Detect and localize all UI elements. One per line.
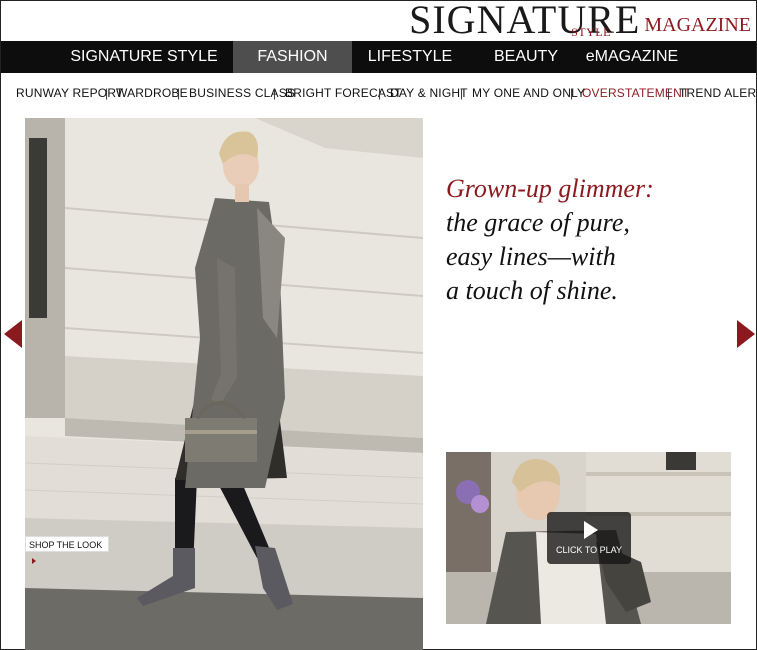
nav-fashion[interactable]: FASHION [233, 41, 352, 73]
subnav-separator: | [378, 86, 382, 100]
caret-right-icon [32, 558, 36, 564]
fashion-model-photo [25, 118, 423, 650]
main-nav: SIGNATURE STYLE FASHION LIFESTYLE BEAUTY… [1, 41, 756, 73]
subnav-trend-alert[interactable]: TREND ALERT [679, 86, 757, 100]
nav-lifestyle[interactable]: LIFESTYLE [357, 41, 463, 73]
video-player[interactable]: CLICK TO PLAY [446, 452, 731, 624]
subnav-business-class[interactable]: BUSINESS CLASS [189, 86, 295, 100]
subnav-overstatement[interactable]: OVERSTATEMENT [582, 86, 690, 100]
arrow-left-icon[interactable] [2, 318, 26, 350]
subnav-separator: | [460, 86, 464, 100]
headline-accent: Grown-up glimmer: [446, 174, 654, 203]
shop-the-look-button[interactable]: SHOP THE LOOK [25, 536, 109, 564]
play-label: CLICK TO PLAY [555, 545, 623, 555]
subnav-day-and-night[interactable]: DAY & NIGHT [390, 86, 468, 100]
play-icon [584, 521, 598, 539]
logo-magazine-word: MAGAZINE [644, 14, 751, 36]
nav-signature-style[interactable]: SIGNATURE STYLE [59, 41, 229, 73]
masthead: SIGNATURE STYLE MAGAZINE [409, 0, 751, 40]
subnav-separator: | [177, 86, 181, 100]
subnav-bright-forecast[interactable]: BRIGHT FORECAST [285, 86, 402, 100]
subnav-my-one-and-only[interactable]: MY ONE AND ONLY [472, 86, 585, 100]
nav-emagazine[interactable]: eMAGAZINE [577, 41, 687, 73]
subnav-separator: | [273, 86, 277, 100]
shop-the-look-label: SHOP THE LOOK [29, 540, 103, 550]
hero-photo [25, 118, 423, 650]
logo[interactable]: SIGNATURE STYLE [409, 0, 640, 40]
headline-line: easy lines—with [446, 242, 616, 271]
subnav-separator: | [105, 86, 109, 100]
nav-beauty[interactable]: BEAUTY [479, 41, 573, 73]
arrow-right-icon[interactable] [733, 318, 757, 350]
headline-line: a touch of shine. [446, 276, 618, 305]
subnav-separator: | [667, 86, 671, 100]
subnav-separator: | [570, 86, 574, 100]
sub-nav: RUNWAY REPORT | WARDROBE | BUSINESS CLAS… [0, 86, 757, 106]
play-button[interactable]: CLICK TO PLAY [547, 512, 631, 564]
headline-line: the grace of pure, [446, 208, 630, 237]
headline: Grown-up glimmer: the grace of pure, eas… [446, 172, 736, 308]
